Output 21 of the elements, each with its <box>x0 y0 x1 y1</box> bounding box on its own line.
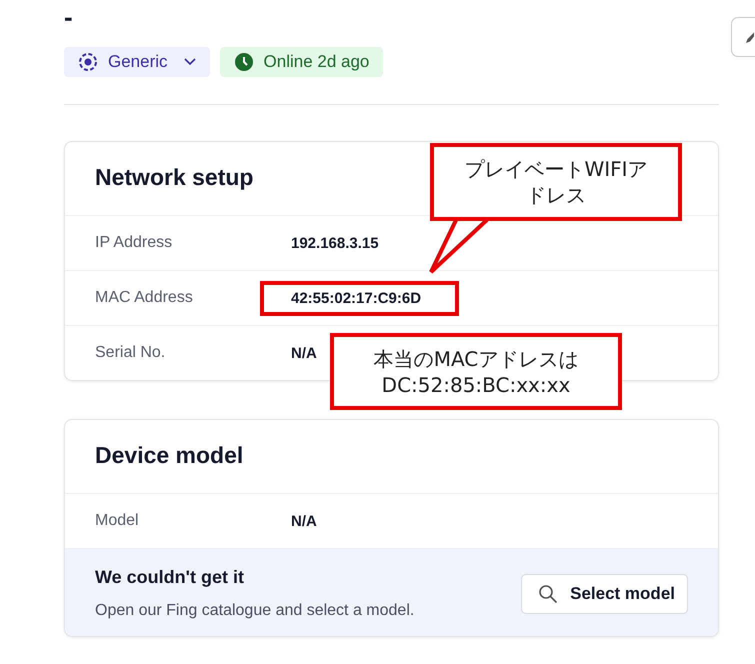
target-icon <box>78 52 98 72</box>
pencil-icon <box>746 31 754 43</box>
field-label: IP Address <box>95 234 174 252</box>
notice-title: We couldn't get it <box>95 567 245 588</box>
field-label: Serial No. <box>95 344 166 362</box>
device-title: - <box>64 2 73 33</box>
search-icon <box>538 584 558 604</box>
device-type-dropdown[interactable]: Generic <box>64 47 210 77</box>
field-value: N/A <box>291 344 317 362</box>
field-label: Model <box>95 512 140 530</box>
notice-text: Open our Fing catalogue and select a model. <box>95 602 414 620</box>
card-title: Device model <box>65 420 718 494</box>
annotation-callout: 本当のMACアドレスは DC:52:85:BC:xx:xx <box>330 333 622 410</box>
select-model-button[interactable]: Select model <box>521 574 688 614</box>
chevron-down-icon <box>184 58 196 66</box>
status-badge: Online 2d ago <box>220 47 384 77</box>
field-label: MAC Address <box>95 289 194 307</box>
field-value: 42:55:02:17:C9:6D <box>260 280 460 316</box>
field-value: N/A <box>291 512 317 530</box>
field-value: 192.168.3.15 <box>291 234 379 252</box>
clock-icon <box>234 52 254 72</box>
